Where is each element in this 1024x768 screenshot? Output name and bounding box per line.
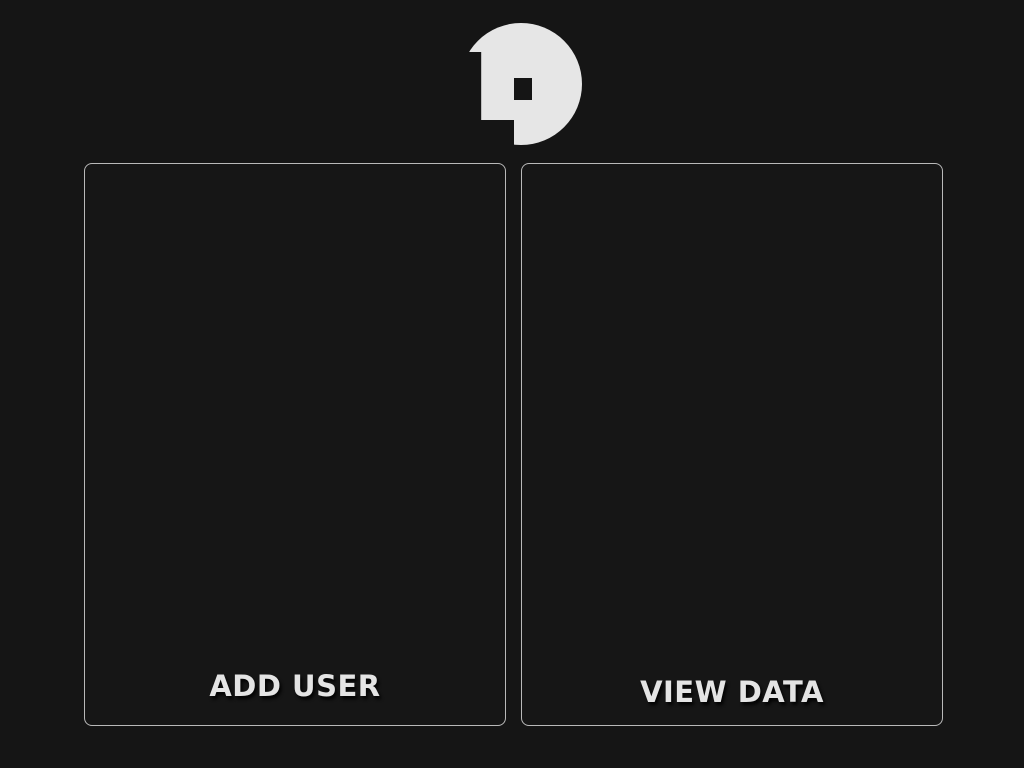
add-user-label: ADD USER <box>209 669 381 703</box>
view-data-label: VIEW DATA <box>640 675 824 709</box>
view-data-button[interactable]: VIEW DATA <box>521 163 943 726</box>
p-logo-icon <box>459 22 583 146</box>
add-user-button[interactable]: ADD USER <box>84 163 506 726</box>
home-screen: ADD USER VIEW DATA <box>0 0 1024 768</box>
